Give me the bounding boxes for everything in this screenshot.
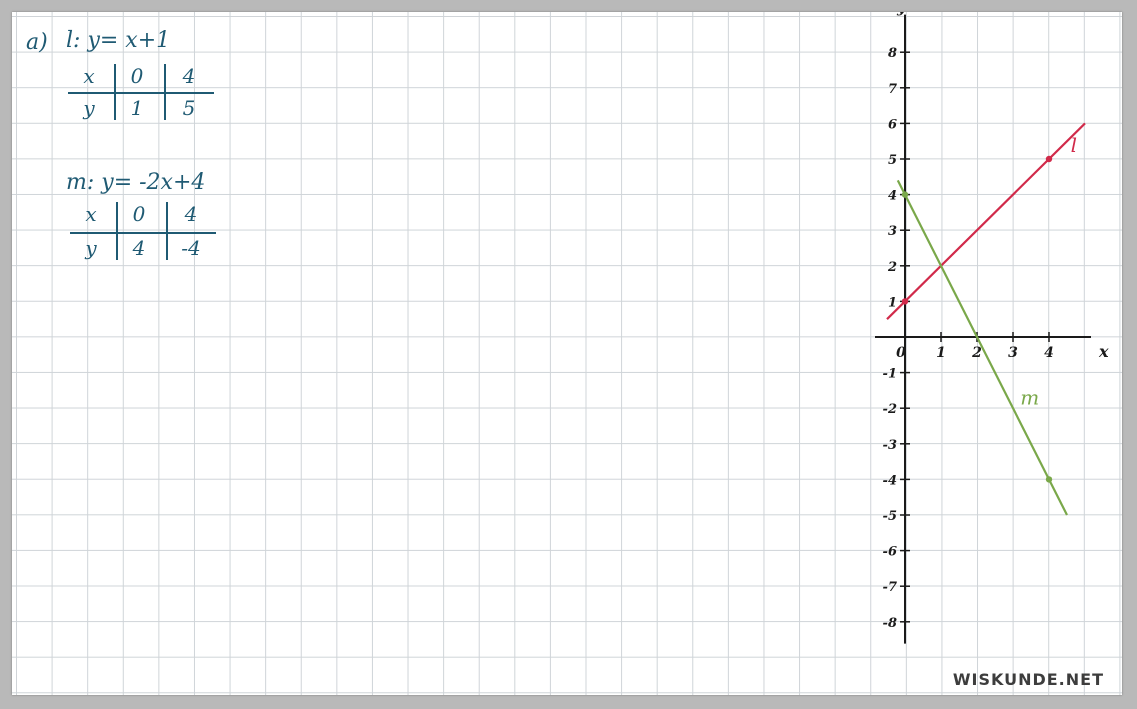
y-tick-label: -5 bbox=[883, 509, 897, 524]
x-tick-label: 0 bbox=[896, 345, 906, 361]
x-tick-label: 4 bbox=[1044, 345, 1054, 361]
y-tick-label: -4 bbox=[883, 473, 897, 488]
series-point-l bbox=[901, 298, 909, 305]
series-label-l: l bbox=[1071, 133, 1077, 157]
whiteboard-frame: a) l: y= x+1 x 0 4 y 1 5 m: y= -2x+4 x 0… bbox=[12, 12, 1122, 695]
y-tick-label: 7 bbox=[888, 82, 897, 97]
y-tick-label: 1 bbox=[888, 295, 897, 310]
labels-layer: 0 1 2 3 4 8 7 6 5 4 3 2 1 -1 -2 -3 -4 -5 -6 -7 -8 x y l m bbox=[883, 12, 1109, 631]
y-tick-label: -7 bbox=[883, 580, 897, 595]
x-axis-label: x bbox=[1098, 342, 1109, 361]
y-tick-label: -6 bbox=[883, 545, 897, 560]
y-axis-label: y bbox=[896, 12, 907, 17]
y-tick-label: -2 bbox=[883, 402, 897, 417]
y-tick-label: 4 bbox=[888, 189, 897, 204]
series-label-m: m bbox=[1020, 386, 1039, 410]
y-tick-label: 5 bbox=[888, 153, 897, 168]
series-point-l bbox=[1045, 155, 1053, 163]
series-line-l bbox=[886, 122, 1086, 320]
x-tick-label: 1 bbox=[936, 345, 946, 361]
coordinate-graph: 0 1 2 3 4 8 7 6 5 4 3 2 1 -1 -2 -3 -4 -5 -6 -7 -8 x y l m bbox=[875, 12, 1109, 644]
y-tick-label: -1 bbox=[883, 367, 897, 382]
x-tick-label: 3 bbox=[1008, 345, 1018, 361]
points-layer bbox=[901, 155, 1053, 483]
x-tick-label: 2 bbox=[971, 345, 982, 361]
series-line-m bbox=[896, 179, 1068, 516]
y-tick-label: 2 bbox=[887, 260, 897, 275]
y-tick-label: -3 bbox=[883, 438, 897, 453]
series-point-m bbox=[1045, 476, 1053, 483]
y-tick-label: 8 bbox=[888, 46, 897, 61]
y-tick-label: 6 bbox=[888, 117, 897, 132]
axes-layer bbox=[875, 14, 1091, 644]
y-tick-label: 3 bbox=[888, 224, 897, 239]
watermark: WISKUNDE.NET bbox=[952, 670, 1104, 689]
y-tick-label: -8 bbox=[883, 616, 897, 631]
lines-layer bbox=[886, 122, 1086, 516]
series-point-m bbox=[901, 191, 909, 198]
